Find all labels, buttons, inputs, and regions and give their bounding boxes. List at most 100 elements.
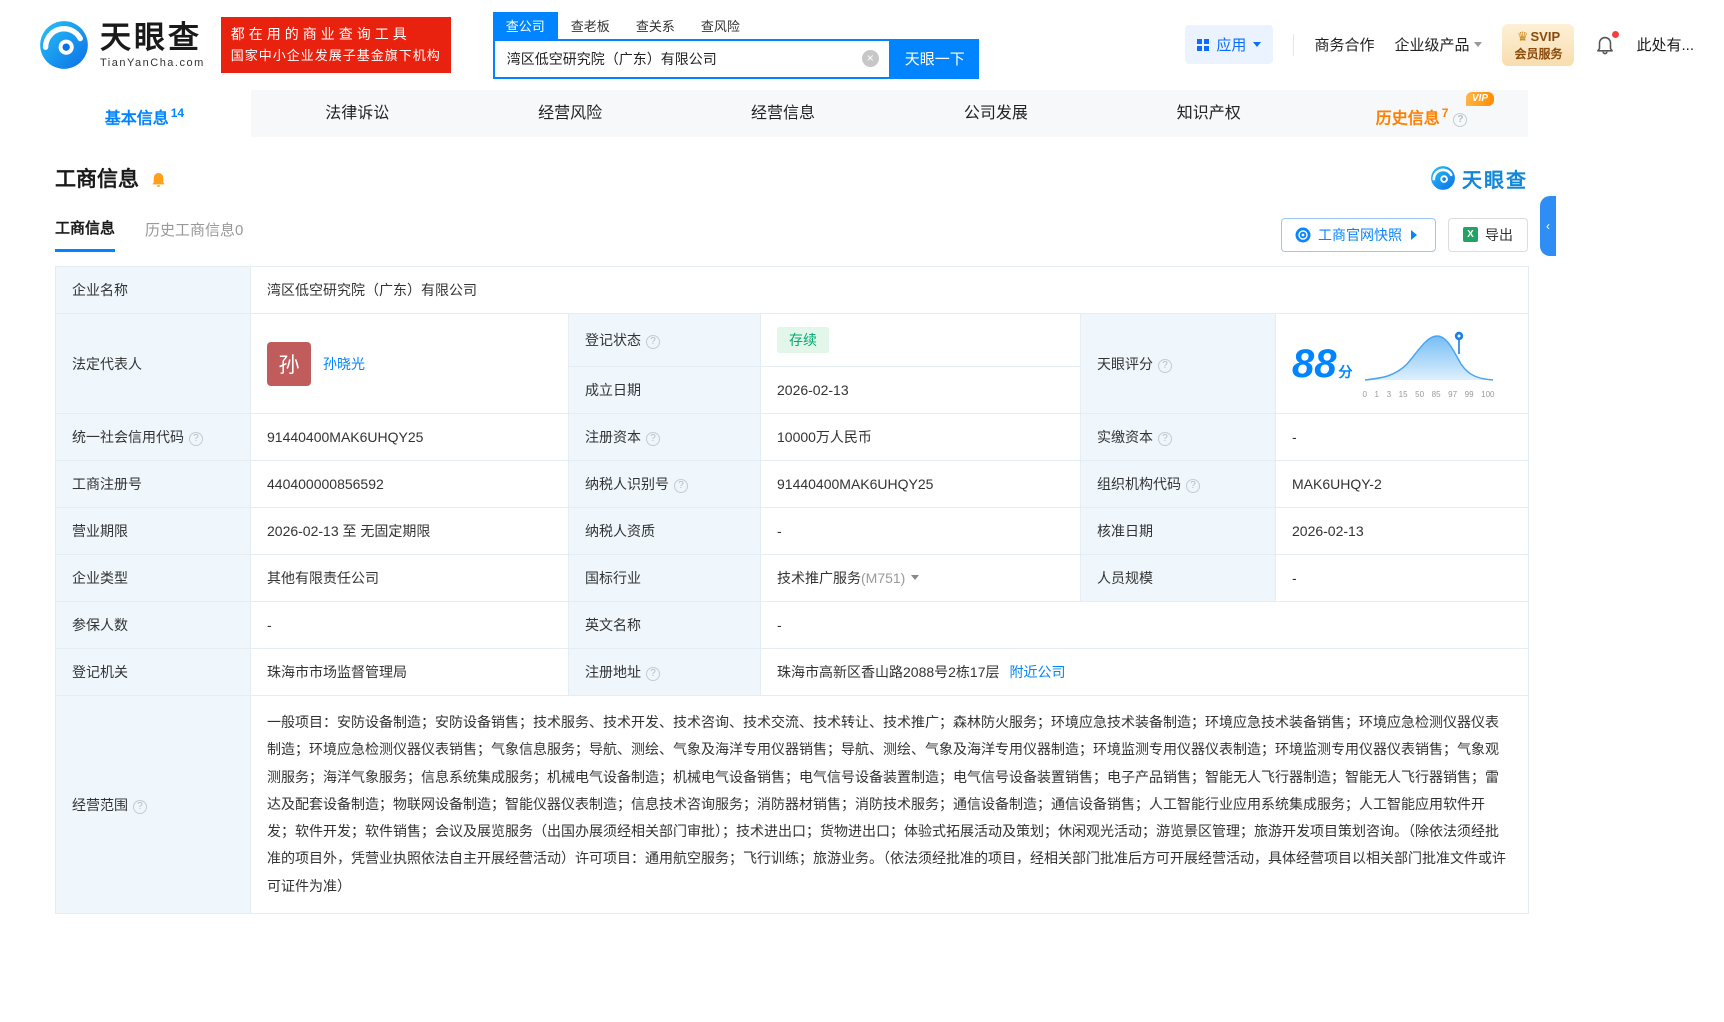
- score-cell: 88分 0131550859: [1276, 314, 1529, 414]
- tab-ip-label: 知识产权: [1177, 105, 1241, 122]
- help-icon[interactable]: [189, 432, 203, 446]
- credit-code-value: 91440400MAK6UHQY25: [251, 414, 569, 461]
- link-enterprise-products[interactable]: 企业级产品: [1394, 34, 1482, 55]
- tab-history-info[interactable]: VIP 历史信息7: [1315, 90, 1528, 137]
- help-icon[interactable]: [646, 667, 660, 681]
- legal-rep-name-link[interactable]: 孙晓光: [323, 354, 365, 374]
- table-row: 统一社会信用代码 91440400MAK6UHQY25 注册资本 10000万人…: [56, 414, 1529, 461]
- reg-status-value: 存续: [761, 314, 1081, 367]
- tab-basic-info-label: 基本信息: [105, 110, 169, 127]
- reg-authority-label: 登记机关: [56, 649, 251, 696]
- help-icon[interactable]: [646, 432, 660, 446]
- link-business-cooperation[interactable]: 商务合作: [1314, 34, 1374, 55]
- subtab-row: 工商信息 历史工商信息0 工商官网快照 导出: [38, 217, 1528, 252]
- arrow-right-icon: [1411, 230, 1422, 240]
- clear-search-icon[interactable]: [862, 50, 879, 67]
- tab-company-development[interactable]: 公司发展: [889, 90, 1102, 137]
- legal-rep-avatar[interactable]: 孙: [267, 342, 311, 386]
- search-button[interactable]: 天眼一下: [891, 39, 979, 79]
- table-row: 企业名称 湾区低空研究院（广东）有限公司: [56, 267, 1529, 314]
- expand-caret-icon[interactable]: [911, 575, 919, 584]
- english-name-label: 英文名称: [569, 602, 761, 649]
- excel-icon: [1463, 227, 1478, 242]
- export-button[interactable]: 导出: [1448, 218, 1528, 252]
- tab-risk-label: 经营风险: [538, 105, 602, 122]
- subtab-business-info[interactable]: 工商信息: [55, 217, 115, 252]
- subscribe-bell-icon[interactable]: [149, 169, 168, 188]
- legal-rep-label: 法定代表人: [56, 314, 251, 414]
- company-name-value: 湾区低空研究院（广东）有限公司: [251, 267, 1529, 314]
- apps-button[interactable]: 应用: [1185, 25, 1273, 64]
- tab-development-label: 公司发展: [964, 105, 1028, 122]
- tab-operating-info[interactable]: 经营信息: [677, 90, 890, 137]
- help-icon[interactable]: [646, 335, 660, 349]
- business-scope-value: 一般项目：安防设备制造；安防设备销售；技术服务、技术开发、技术咨询、技术交流、技…: [251, 696, 1529, 914]
- search-tab-company[interactable]: 查公司: [493, 12, 558, 39]
- reg-number-label: 工商注册号: [56, 461, 251, 508]
- tab-legal-label: 法律诉讼: [325, 105, 389, 122]
- help-icon[interactable]: [133, 800, 147, 814]
- logo-name: 天眼查: [100, 21, 205, 55]
- approval-date-label: 核准日期: [1081, 508, 1276, 555]
- org-code-value: MAK6UHQY-2: [1276, 461, 1529, 508]
- table-row: 工商注册号 440400000856592 纳税人识别号 91440400MAK…: [56, 461, 1529, 508]
- table-row: 经营范围 一般项目：安防设备制造；安防设备销售；技术服务、技术开发、技术咨询、技…: [56, 696, 1529, 914]
- business-term-value: 2026-02-13 至 无固定期限: [251, 508, 569, 555]
- search-input[interactable]: [495, 51, 862, 67]
- taxpayer-id-value: 91440400MAK6UHQY25: [761, 461, 1081, 508]
- status-badge: 存续: [777, 327, 829, 353]
- table-row: 营业期限 2026-02-13 至 无固定期限 纳税人资质 - 核准日期 202…: [56, 508, 1529, 555]
- help-icon[interactable]: [1186, 479, 1200, 493]
- help-icon[interactable]: [674, 479, 688, 493]
- score-curve-chart: 0131550859799100: [1363, 328, 1495, 399]
- reg-capital-label: 注册资本: [569, 414, 761, 461]
- search-block: 查公司 查老板 查关系 查风险 天眼一下: [493, 12, 979, 79]
- tianyancha-logo[interactable]: 天眼查 TianYanCha.com: [38, 19, 205, 71]
- search-tab-risk[interactable]: 查风险: [688, 12, 753, 39]
- reg-number-value: 440400000856592: [251, 461, 569, 508]
- search-tab-relation[interactable]: 查关系: [623, 12, 688, 39]
- help-icon[interactable]: [1158, 359, 1172, 373]
- seal-icon: [1295, 227, 1311, 243]
- tab-operating-risk[interactable]: 经营风险: [464, 90, 677, 137]
- subtab-history-business-info[interactable]: 历史工商信息0: [145, 219, 243, 251]
- enterprise-products-label: 企业级产品: [1394, 34, 1469, 55]
- side-panel-toggle[interactable]: [1540, 196, 1556, 256]
- company-type-label: 企业类型: [56, 555, 251, 602]
- tab-legal-proceedings[interactable]: 法律诉讼: [251, 90, 464, 137]
- establish-date-label: 成立日期: [569, 367, 761, 414]
- svip-member-button[interactable]: ♛SVIP 会员服务: [1502, 24, 1574, 66]
- watermark-logo-text: 天眼查: [1462, 164, 1528, 193]
- insured-label: 参保人数: [56, 602, 251, 649]
- help-icon[interactable]: [1453, 113, 1467, 127]
- reg-status-label: 登记状态: [569, 314, 761, 367]
- apps-grid-icon: [1197, 39, 1209, 51]
- company-nav-tabs: 基本信息14 法律诉讼 经营风险 经营信息 公司发展 知识产权 VIP 历史信息…: [38, 90, 1528, 137]
- credit-code-label: 统一社会信用代码: [56, 414, 251, 461]
- table-row: 参保人数 - 英文名称 -: [56, 602, 1529, 649]
- paid-capital-label: 实缴资本: [1081, 414, 1276, 461]
- official-snapshot-button[interactable]: 工商官网快照: [1281, 218, 1436, 252]
- taxpayer-quality-label: 纳税人资质: [569, 508, 761, 555]
- tab-history-label: 历史信息: [1376, 110, 1440, 127]
- score-value: 88分: [1292, 344, 1353, 384]
- staff-size-label: 人员规模: [1081, 555, 1276, 602]
- search-input-wrap: [493, 39, 891, 79]
- tab-intellectual-property[interactable]: 知识产权: [1102, 90, 1315, 137]
- notification-bell-icon[interactable]: [1594, 33, 1616, 60]
- nearby-companies-link[interactable]: 附近公司: [1010, 664, 1066, 680]
- snapshot-button-label: 工商官网快照: [1318, 225, 1402, 245]
- tab-basic-info-count: 14: [171, 106, 184, 120]
- divider: [1293, 34, 1294, 56]
- tab-basic-info[interactable]: 基本信息14: [38, 90, 251, 137]
- table-row: 登记机关 珠海市市场监督管理局 注册地址 珠海市高新区香山路2088号2栋17层…: [56, 649, 1529, 696]
- section-title: 工商信息: [55, 163, 139, 193]
- search-tab-boss[interactable]: 查老板: [558, 12, 623, 39]
- username-text[interactable]: 此处有...: [1636, 34, 1694, 55]
- establish-date-value: 2026-02-13: [761, 367, 1081, 414]
- promo-banner: 都在用的商业查询工具 国家中小企业发展子基金旗下机构: [221, 17, 451, 73]
- help-icon[interactable]: [1158, 432, 1172, 446]
- search-tabs: 查公司 查老板 查关系 查风险: [493, 12, 979, 39]
- taxpayer-id-label: 纳税人识别号: [569, 461, 761, 508]
- section-watermark-logo: 天眼查: [1430, 164, 1528, 193]
